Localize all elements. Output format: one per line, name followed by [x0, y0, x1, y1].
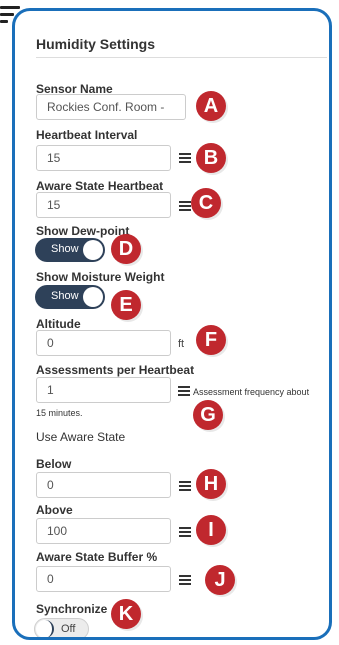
altitude-unit: ft	[178, 338, 185, 350]
badge-i: I	[196, 515, 226, 545]
assessments-per-heartbeat-input[interactable]: 1	[36, 377, 171, 403]
header: Humidity Settings	[36, 31, 327, 58]
below-list-icon[interactable]	[179, 481, 191, 491]
toggle-knob	[83, 240, 103, 260]
toggle-knob	[36, 620, 54, 637]
altitude-input[interactable]: 0	[36, 330, 171, 356]
below-label: Below	[36, 457, 72, 471]
badge-e: E	[111, 290, 141, 320]
aware-state-heartbeat-input[interactable]: 15	[36, 192, 171, 218]
hamburger-icon[interactable]	[0, 6, 22, 27]
assessments-per-heartbeat-label: Assessments per Heartbeat	[36, 363, 195, 377]
show-dew-point-label: Show Dew-point	[36, 224, 130, 238]
synchronize-label: Synchronize	[36, 602, 108, 616]
badge-c: C	[191, 188, 221, 218]
moisture-weight-toggle[interactable]: Show	[35, 285, 105, 309]
below-input[interactable]: 0	[36, 472, 171, 498]
synchronize-toggle[interactable]: Off	[34, 618, 89, 637]
altitude-label: Altitude	[36, 317, 81, 331]
badge-f: F	[196, 325, 226, 355]
aware-state-buffer-list-icon[interactable]	[179, 575, 191, 585]
assessment-frequency-hint: Assessment frequency about	[193, 387, 310, 397]
heartbeat-interval-input[interactable]: 15	[36, 145, 171, 171]
moisture-weight-toggle-text: Show	[51, 290, 79, 302]
toggle-knob	[83, 287, 103, 307]
badge-g: G	[193, 400, 223, 430]
phone-frame: Humidity Settings Sensor Name Rockies Co…	[12, 8, 332, 640]
badge-h: H	[196, 469, 226, 499]
above-label: Above	[36, 503, 73, 517]
above-input[interactable]: 100	[36, 518, 171, 544]
show-moisture-weight-label: Show Moisture Weight	[36, 270, 165, 284]
assessments-list-icon[interactable]	[178, 386, 190, 396]
aware-state-buffer-label: Aware State Buffer %	[36, 550, 158, 564]
badge-j: J	[205, 565, 235, 595]
aware-state-buffer-input[interactable]: 0	[36, 566, 171, 592]
dew-point-toggle[interactable]: Show	[35, 238, 105, 262]
sensor-name-input[interactable]: Rockies Conf. Room -	[36, 94, 186, 120]
aware-state-heartbeat-label: Aware State Heartbeat	[36, 179, 164, 193]
badge-d: D	[111, 234, 141, 264]
heartbeat-interval-list-icon[interactable]	[179, 153, 191, 163]
badge-a: A	[196, 91, 226, 121]
assessment-frequency-hint-cont: 15 minutes.	[36, 408, 83, 418]
above-list-icon[interactable]	[179, 527, 191, 537]
aware-state-heartbeat-list-icon[interactable]	[179, 201, 191, 211]
badge-b: B	[196, 143, 226, 173]
use-aware-state-label: Use Aware State	[36, 430, 126, 444]
page-title: Humidity Settings	[36, 36, 156, 52]
dew-point-toggle-text: Show	[51, 243, 79, 255]
badge-k: K	[111, 599, 141, 629]
synchronize-toggle-text: Off	[61, 623, 76, 635]
heartbeat-interval-label: Heartbeat Interval	[36, 128, 138, 142]
